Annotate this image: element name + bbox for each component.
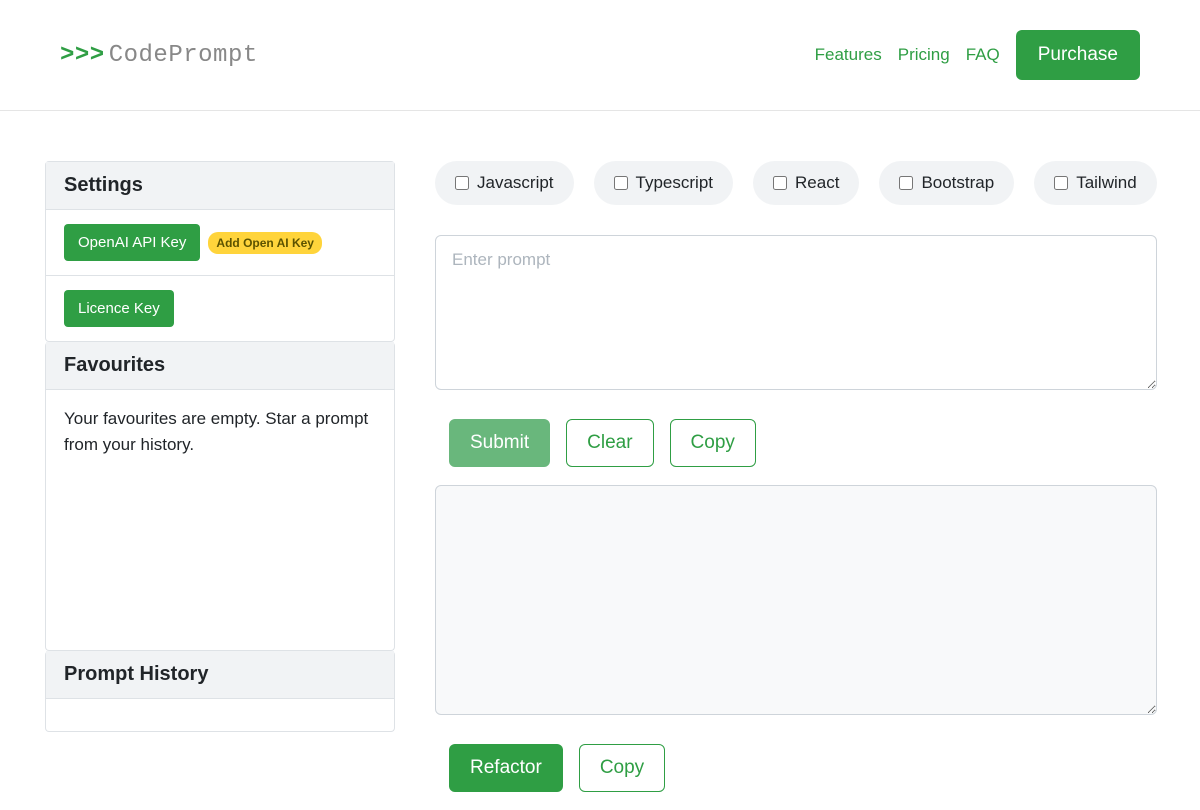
sidebar: Settings OpenAI API Key Add Open AI Key … xyxy=(45,161,395,810)
chip-typescript[interactable]: Typescript xyxy=(594,161,733,205)
licence-key-button[interactable]: Licence Key xyxy=(64,290,174,327)
prompt-actions: Submit Clear Copy xyxy=(435,419,1157,467)
history-body xyxy=(46,699,394,731)
openai-badge: Add Open AI Key xyxy=(208,232,322,254)
chip-javascript[interactable]: Javascript xyxy=(435,161,574,205)
clear-button[interactable]: Clear xyxy=(566,419,653,467)
favourites-title: Favourites xyxy=(46,342,394,390)
output-area[interactable] xyxy=(435,485,1157,715)
output-actions: Refactor Copy xyxy=(435,744,1157,792)
chip-bootstrap[interactable]: Bootstrap xyxy=(879,161,1014,205)
settings-row-licence: Licence Key xyxy=(46,276,394,341)
chip-tailwind-checkbox[interactable] xyxy=(1054,176,1068,190)
submit-button[interactable]: Submit xyxy=(449,419,550,467)
logo-chevrons-icon: >>> xyxy=(60,42,105,69)
language-chips: Javascript Typescript React Bootstrap Ta… xyxy=(435,161,1157,205)
copy-output-button[interactable]: Copy xyxy=(579,744,665,792)
chip-javascript-checkbox[interactable] xyxy=(455,176,469,190)
chip-tailwind-label: Tailwind xyxy=(1076,173,1136,193)
nav-features[interactable]: Features xyxy=(815,45,882,65)
favourites-body: Your favourites are empty. Star a prompt… xyxy=(46,390,394,650)
openai-api-key-button[interactable]: OpenAI API Key xyxy=(64,224,200,261)
history-panel: Prompt History xyxy=(45,651,395,732)
nav: Features Pricing FAQ Purchase xyxy=(815,30,1140,80)
chip-bootstrap-checkbox[interactable] xyxy=(899,176,913,190)
prompt-input[interactable] xyxy=(435,235,1157,390)
copy-prompt-button[interactable]: Copy xyxy=(670,419,756,467)
chip-typescript-label: Typescript xyxy=(636,173,713,193)
settings-title: Settings xyxy=(46,162,394,210)
nav-faq[interactable]: FAQ xyxy=(966,45,1000,65)
settings-row-openai: OpenAI API Key Add Open AI Key xyxy=(46,210,394,276)
chip-tailwind[interactable]: Tailwind xyxy=(1034,161,1156,205)
chip-javascript-label: Javascript xyxy=(477,173,554,193)
logo-text: CodePrompt xyxy=(109,42,258,69)
main-area: Javascript Typescript React Bootstrap Ta… xyxy=(435,161,1157,810)
favourites-panel: Favourites Your favourites are empty. St… xyxy=(45,342,395,651)
header: >>> CodePrompt Features Pricing FAQ Purc… xyxy=(0,0,1200,111)
history-title: Prompt History xyxy=(46,651,394,699)
settings-panel: Settings OpenAI API Key Add Open AI Key … xyxy=(45,161,395,342)
main-container: Settings OpenAI API Key Add Open AI Key … xyxy=(0,111,1200,810)
chip-typescript-checkbox[interactable] xyxy=(614,176,628,190)
favourites-empty-text: Your favourites are empty. Star a prompt… xyxy=(64,406,376,457)
chip-react[interactable]: React xyxy=(753,161,859,205)
nav-pricing[interactable]: Pricing xyxy=(898,45,950,65)
chip-bootstrap-label: Bootstrap xyxy=(921,173,994,193)
purchase-button[interactable]: Purchase xyxy=(1016,30,1140,80)
chip-react-checkbox[interactable] xyxy=(773,176,787,190)
refactor-button[interactable]: Refactor xyxy=(449,744,563,792)
chip-react-label: React xyxy=(795,173,839,193)
logo[interactable]: >>> CodePrompt xyxy=(60,42,258,69)
